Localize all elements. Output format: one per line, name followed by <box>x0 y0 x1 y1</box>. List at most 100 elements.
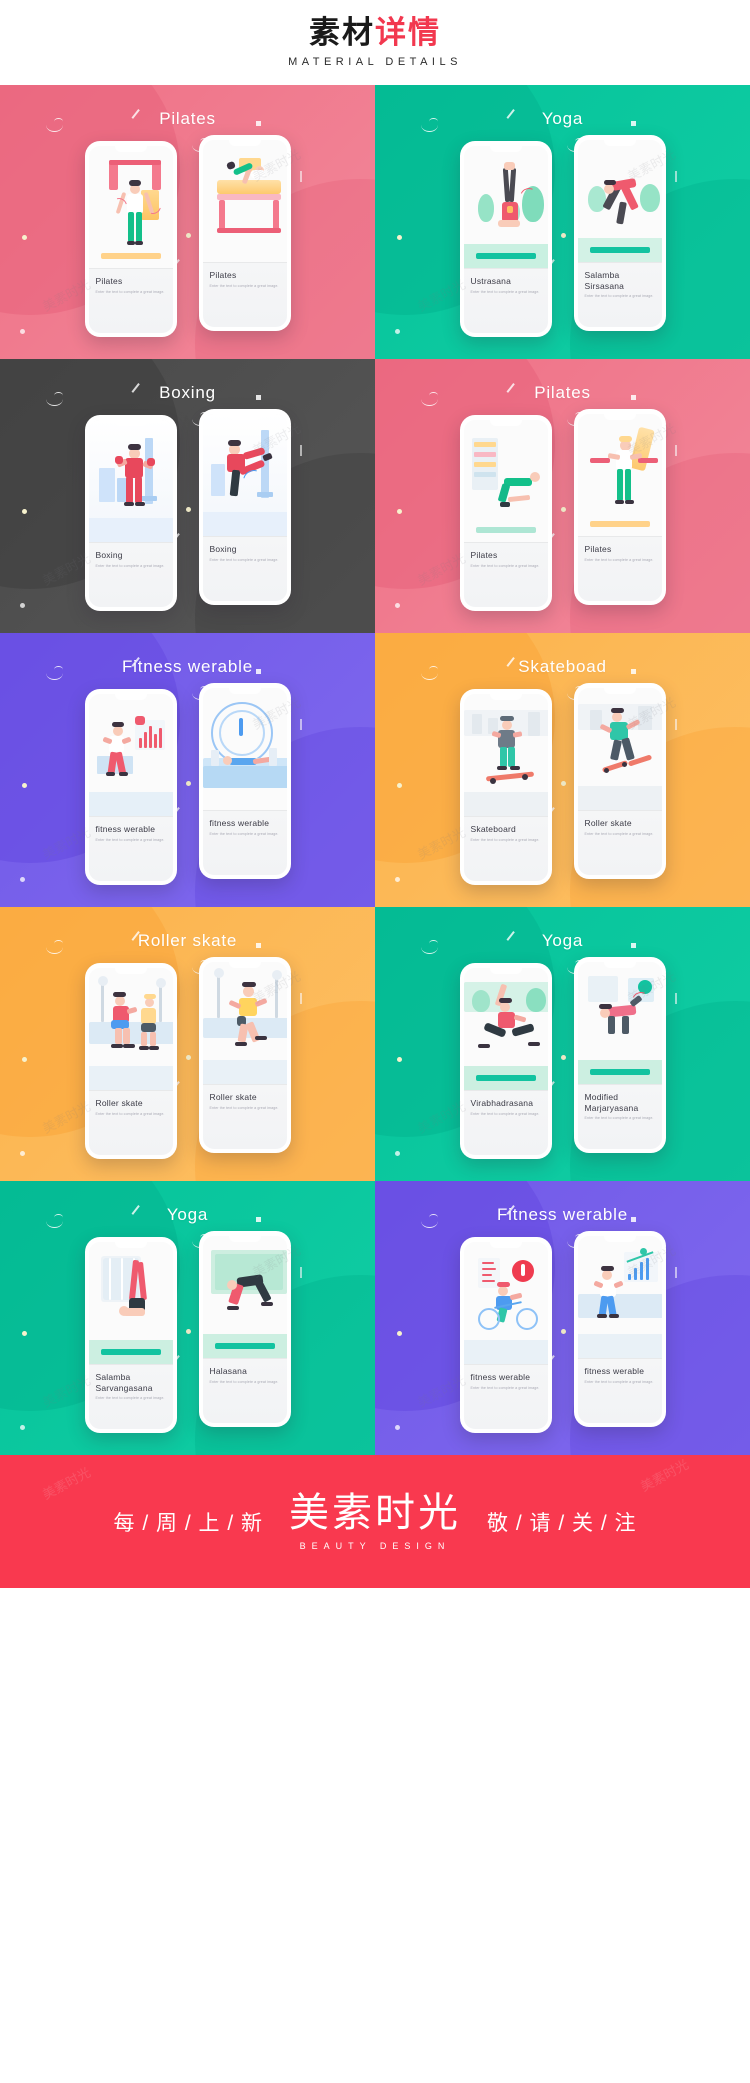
card-title: fitness werable <box>584 1366 645 1376</box>
dot-decoration <box>20 877 25 882</box>
tick-decoration <box>506 382 515 393</box>
phone-card[interactable]: Pilates Enter the text to complete a grea… <box>198 135 291 331</box>
phone-card[interactable]: fitness werable Enter the text to complet… <box>459 1237 552 1433</box>
phone-card[interactable]: Pilates Enter the text to complete a grea… <box>573 409 666 605</box>
phone-mockups: fitness werable Enter the text to complet… <box>459 1231 666 1433</box>
bar-decoration <box>300 445 302 456</box>
card-caption: Roller skate Enter the text to complete a… <box>202 1084 287 1111</box>
illustration-fitness-bike <box>463 1242 548 1364</box>
phone-notch <box>114 1242 147 1248</box>
phone-card[interactable]: Skateboard Enter the text to complete a g… <box>459 689 552 885</box>
dot-decoration <box>395 1425 400 1430</box>
phone-screen: Skateboard Enter the text to complete a g… <box>463 694 548 881</box>
phone-notch <box>489 146 522 152</box>
phone-mockups: Skateboard Enter the text to complete a g… <box>459 683 666 885</box>
tile-title: Boxing <box>159 383 216 402</box>
card-subtitle: Enter the text to complete a great image… <box>209 283 279 288</box>
tile-skateboad[interactable]: 美素时光美素时光SkateboadSkateboardEnter the tex… <box>375 633 750 907</box>
card-subtitle: Enter the text to complete a great image… <box>584 294 654 299</box>
phone-screen: Roller skate Enter the text to complete a… <box>88 968 173 1155</box>
tile-title: Yoga <box>541 109 584 128</box>
phone-mockups: Virabhadrasana Enter the text to complete… <box>459 957 666 1159</box>
dot-decoration <box>395 1151 400 1156</box>
phone-notch <box>228 962 261 968</box>
phone-card[interactable]: Halasana Enter the text to complete a gre… <box>198 1231 291 1427</box>
phone-card[interactable]: Roller skate Enter the text to complete a… <box>573 683 666 879</box>
phone-card[interactable]: Pilates Enter the text to complete a grea… <box>84 141 177 337</box>
phone-screen: Boxing Enter the text to complete a great… <box>88 420 173 607</box>
phone-card[interactable]: Roller skate Enter the text to complete a… <box>84 963 177 1159</box>
square-decoration <box>631 1217 636 1222</box>
tile-title: Yoga <box>166 1205 209 1224</box>
card-subtitle: Enter the text to complete a great image… <box>95 563 165 568</box>
tile-roller-skate[interactable]: 美素时光美素时光Roller skateRoller skateEnter th… <box>0 907 375 1181</box>
phone-mockups: Salamba Sarvangasana Enter the text to com… <box>84 1231 291 1433</box>
bar-decoration <box>675 1267 677 1278</box>
bar-decoration <box>675 445 677 456</box>
tile-yoga[interactable]: 美素时光美素时光YogaVirabhadrasanaEnter the text… <box>375 907 750 1181</box>
page-title-red: 详情 <box>375 15 441 51</box>
phone-card[interactable]: fitness werable Enter the text to complet… <box>198 683 291 879</box>
card-caption: Pilates Enter the text to complete a grea… <box>577 536 662 563</box>
tile-pilates[interactable]: 美素时光美素时光PilatesPilatesEnter the text to … <box>375 359 750 633</box>
wave-decoration <box>421 399 438 406</box>
tile-title: Skateboad <box>518 657 607 676</box>
phone-notch <box>228 1236 261 1242</box>
phone-card[interactable]: Ustrasana Enter the text to complete a gr… <box>459 141 552 337</box>
phone-screen: Modified Marjaryasana Enter the text to co… <box>577 962 662 1149</box>
card-title: fitness werable <box>95 824 156 834</box>
card-title: Pilates <box>209 270 237 280</box>
card-title: Pilates <box>470 550 498 560</box>
phone-card[interactable]: fitness werable Enter the text to complet… <box>84 689 177 885</box>
phone-mockups: Pilates Enter the text to complete a grea… <box>459 409 666 611</box>
phone-card[interactable]: fitness werable Enter the text to complet… <box>573 1231 666 1427</box>
dot-decoration <box>20 603 25 608</box>
phone-card[interactable]: Modified Marjaryasana Enter the text to co… <box>573 957 666 1153</box>
tile-title: Roller skate <box>137 931 238 950</box>
card-title: Salamba Sarvangasana <box>95 1372 153 1393</box>
phone-card[interactable]: Boxing Enter the text to complete a great… <box>198 409 291 605</box>
tile-fitness-werable[interactable]: 美素时光美素时光Fitness werablefitness werableEn… <box>375 1181 750 1455</box>
illustration-fitness-walk <box>577 1236 662 1358</box>
dot-decoration <box>397 235 402 240</box>
card-subtitle: Enter the text to complete a great image… <box>470 1385 540 1390</box>
page-subtitle: MATERIAL DETAILS <box>288 55 462 68</box>
card-caption: Salamba Sirsasana Enter the text to comple… <box>577 262 662 299</box>
watermark: 美素时光 <box>39 1464 93 1503</box>
tick-decoration <box>131 108 140 119</box>
phone-mockups: Roller skate Enter the text to complete a… <box>84 957 291 1159</box>
card-title: fitness werable <box>209 818 270 828</box>
tile-yoga[interactable]: 美素时光美素时光YogaUstrasanaEnter the text to c… <box>375 85 750 359</box>
bar-decoration <box>675 719 677 730</box>
card-caption: Virabhadrasana Enter the text to complete… <box>463 1090 548 1117</box>
card-title: Pilates <box>584 544 612 554</box>
footer-brand-block: 美素时光 BEAUTY DESIGN <box>289 1492 461 1551</box>
card-title: fitness werable <box>470 1372 531 1382</box>
phone-screen: Pilates Enter the text to complete a grea… <box>463 420 548 607</box>
phone-card[interactable]: Pilates Enter the text to complete a grea… <box>459 415 552 611</box>
tile-yoga[interactable]: 美素时光美素时光YogaSalambaSarvangasanaEnter the… <box>0 1181 375 1455</box>
illustration-boxing-guard <box>88 420 173 542</box>
phone-notch <box>603 688 636 694</box>
phone-card[interactable]: Virabhadrasana Enter the text to complete… <box>459 963 552 1159</box>
card-caption: Salamba Sarvangasana Enter the text to com… <box>88 1364 173 1401</box>
tile-pilates[interactable]: 美素时光美素时光PilatesPilatesEnter the text to … <box>0 85 375 359</box>
card-subtitle: Enter the text to complete a great image… <box>470 1111 540 1116</box>
tick-decoration <box>131 382 140 393</box>
illustration-pilates-floor <box>463 420 548 542</box>
footer-banner: 美素时光 美素时光 每 / 周 / 上 / 新 美素时光 BEAUTY DESI… <box>0 1455 750 1588</box>
phone-screen: Pilates Enter the text to complete a grea… <box>88 146 173 333</box>
tile-boxing[interactable]: 美素时光美素时光BoxingBoxingEnter the text to co… <box>0 359 375 633</box>
phone-card[interactable]: Roller skate Enter the text to complete a… <box>198 957 291 1153</box>
phone-mockups: fitness werable Enter the text to complet… <box>84 683 291 885</box>
phone-card[interactable]: Salamba Sirsasana Enter the text to comple… <box>573 135 666 331</box>
dot-decoration <box>397 783 402 788</box>
phone-card[interactable]: Boxing Enter the text to complete a great… <box>84 415 177 611</box>
phone-card[interactable]: Salamba Sarvangasana Enter the text to com… <box>84 1237 177 1433</box>
phone-notch <box>114 146 147 152</box>
tile-fitness-werable[interactable]: 美素时光美素时光Fitness werablefitness werableEn… <box>0 633 375 907</box>
dot-decoration <box>20 1425 25 1430</box>
phone-screen: fitness werable Enter the text to complet… <box>88 694 173 881</box>
phone-notch <box>489 1242 522 1248</box>
card-title: Boxing <box>95 550 123 560</box>
